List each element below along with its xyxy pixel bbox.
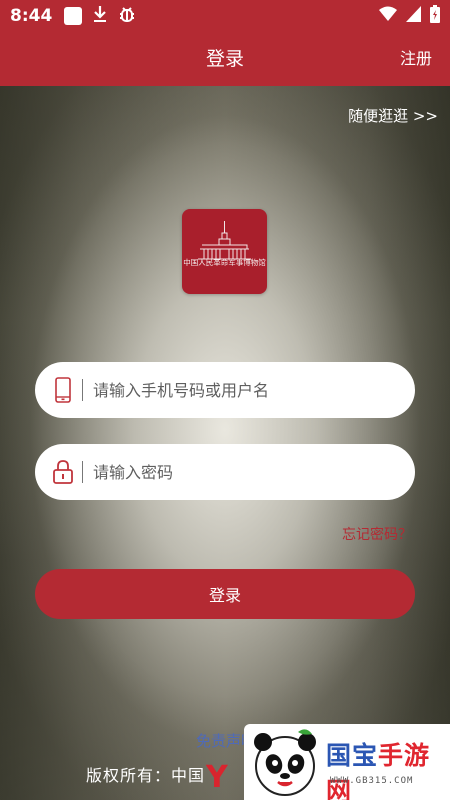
museum-logo: 中国人民革命军事博物馆 [182, 209, 267, 294]
download-icon [92, 5, 108, 27]
phone-icon [50, 377, 76, 403]
status-bar: 8:44 [0, 0, 450, 32]
svg-text:中国人民革命军事博物馆: 中国人民革命军事博物馆 [183, 257, 266, 267]
panda-icon [254, 729, 316, 796]
status-time: 8:44 [10, 6, 53, 26]
lock-icon [50, 459, 76, 485]
status-icons-right [379, 5, 440, 27]
notification-square-icon [64, 7, 83, 25]
field-separator [82, 461, 83, 483]
field-separator [82, 379, 83, 401]
app-header: 登录 注册 [0, 32, 450, 86]
watermark-left-glyph: Y版 [206, 760, 228, 795]
museum-building-icon: 中国人民革命军事博物馆 [183, 221, 266, 267]
username-field[interactable] [35, 362, 415, 418]
watermark-url: WWW.GB315.COM [330, 776, 414, 786]
site-watermark: 国宝手游网 WWW.GB315.COM [244, 724, 450, 800]
watermark-brand: 国宝手游网 [326, 736, 450, 800]
username-input[interactable] [93, 380, 373, 400]
watermark-brand-blue: 国宝 [326, 741, 379, 770]
bug-icon [118, 5, 136, 27]
page-title: 登录 [205, 48, 244, 70]
browse-as-guest-link[interactable]: 随便逛逛 >> [348, 105, 438, 126]
wifi-icon [379, 6, 397, 26]
password-field[interactable] [35, 444, 415, 500]
password-input[interactable] [93, 462, 373, 482]
battery-icon [430, 5, 440, 27]
forgot-password-link[interactable]: 忘记密码？ [342, 524, 412, 544]
login-button[interactable]: 登录 [35, 569, 415, 619]
register-link[interactable]: 注册 [400, 32, 432, 86]
status-icons-left [64, 5, 136, 27]
signal-icon [406, 6, 421, 26]
copyright-text: 版权所有：中国 [86, 766, 206, 785]
